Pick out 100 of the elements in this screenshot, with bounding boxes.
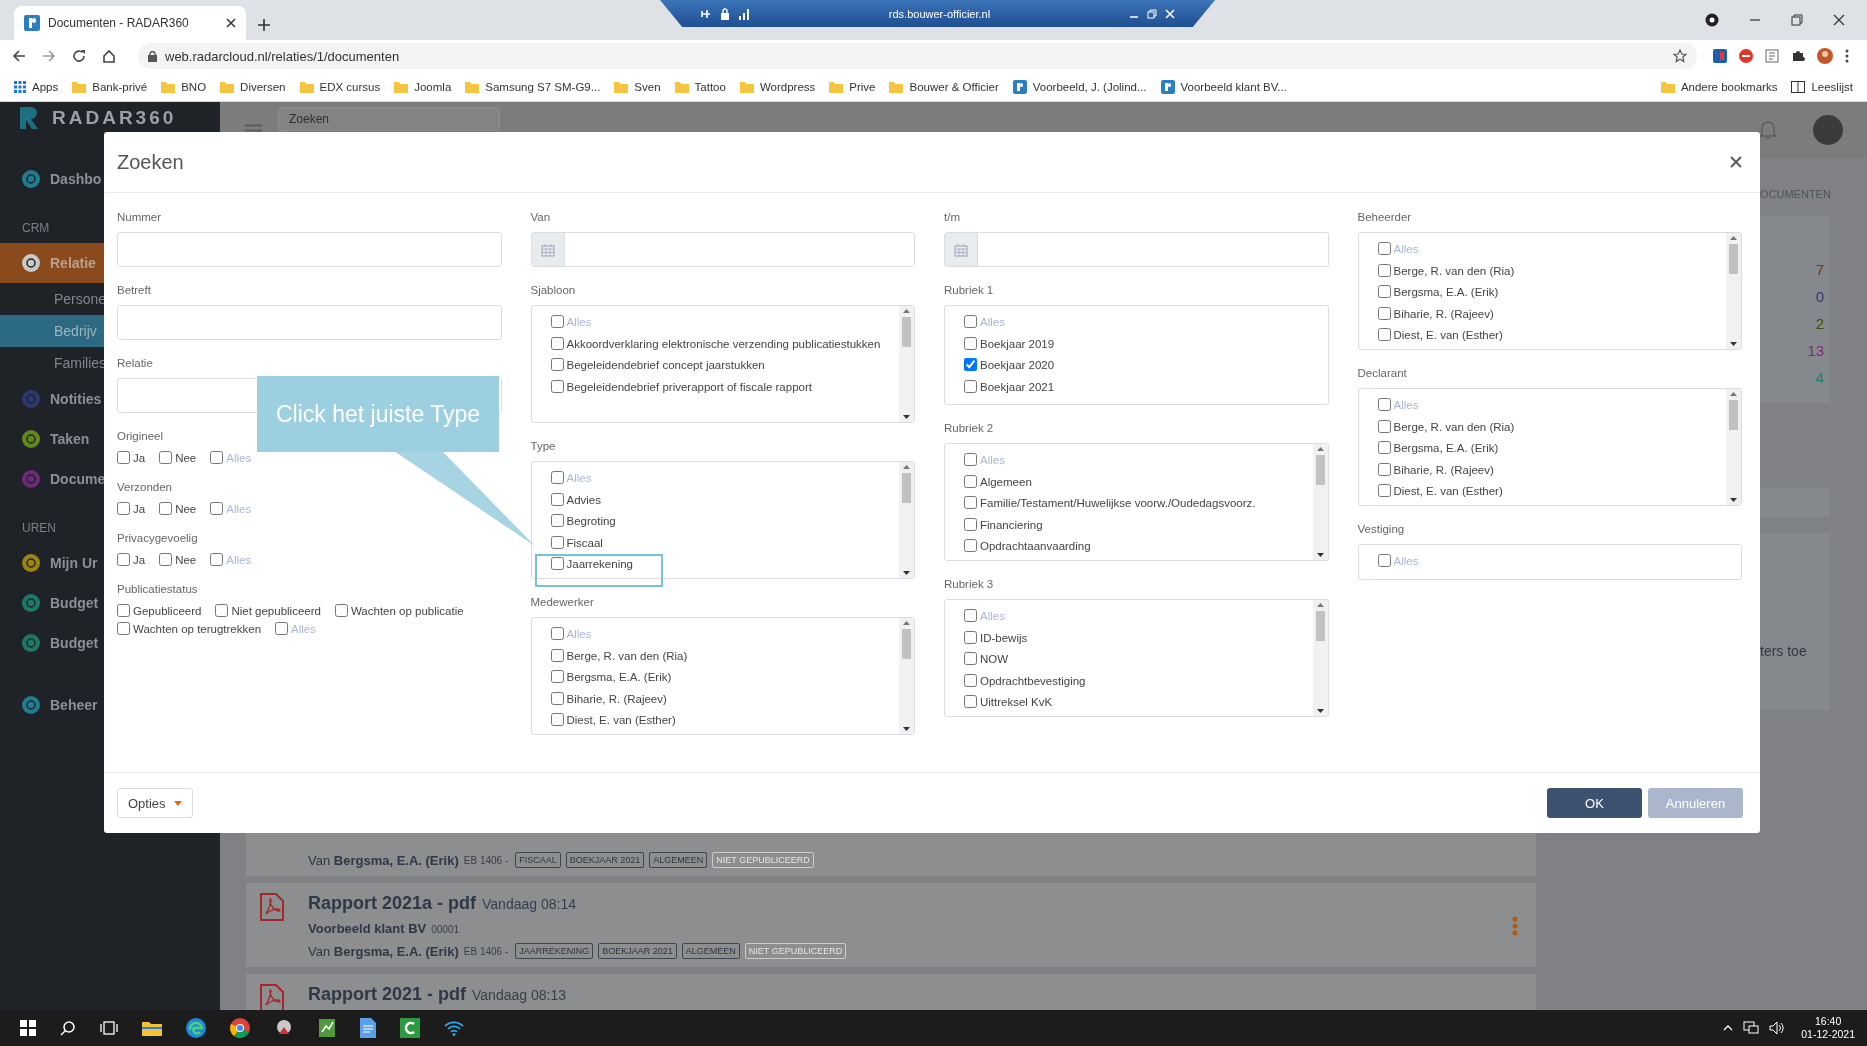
field-label: Medewerker (530, 595, 594, 610)
document-author: Van Bergsma, E.A. (Erik) (308, 852, 459, 868)
option-label: Begeleidendebrief priverapport of fiscale rapport (566, 380, 812, 393)
option-label: Diest, E. van (Esther) (566, 714, 676, 726)
option-label: Diest, E. van (Esther) (1393, 329, 1503, 341)
document-time: Vandaag 08:13 (472, 987, 566, 1003)
option-label: Alles (226, 451, 252, 464)
option-label: Nee (175, 553, 197, 566)
document-code: EB 1406 - (463, 945, 509, 957)
option-label: Ja (133, 502, 146, 515)
option-label: Bergsma, E.A. (Erik) (1393, 442, 1499, 454)
option-label: Ja (133, 451, 146, 464)
document-tag: FISCAAL (515, 852, 561, 868)
option-label: Alles (1393, 555, 1419, 567)
document-tag: ALGEMEEN (649, 852, 708, 868)
option-label: Alles (226, 553, 252, 566)
document-tag: JAARREKENING (515, 943, 594, 959)
option-label: Begroting (566, 515, 616, 527)
count-value: 13 (1807, 341, 1824, 360)
option-label: Biharie, R. (Rajeev) (1393, 463, 1494, 476)
option-label: NOW (980, 653, 1009, 665)
remote-host-title: rds.bouwer-officier.nl (887, 7, 992, 20)
instruction-tooltip: Click het juiste Type (257, 376, 499, 452)
field-label: Sjabloon (530, 283, 576, 298)
option-label: Uittreksel KvK (980, 696, 1053, 708)
option-label: Begeleidendebrief concept jaarstukken (566, 359, 765, 371)
option-label: Biharie, R. (Rajeev) (1393, 307, 1494, 320)
option-label: Fiscaal (566, 536, 603, 549)
count-value: 0 (1815, 287, 1824, 306)
count-value: 7 (1815, 260, 1824, 279)
option-label: Alles (1393, 243, 1419, 255)
option-label: Bergsma, E.A. (Erik) (1393, 286, 1499, 298)
option-label: Alles (980, 454, 1005, 466)
option-label: Nee (175, 502, 197, 515)
option-label: Berge, R. van den (Ria) (566, 649, 688, 662)
document-tag: BOEKJAAR 2021 (598, 943, 677, 959)
field-label: Nummer (117, 210, 162, 225)
logo-text: RADAR360 (52, 107, 177, 129)
option-label: Boekjaar 2020 (980, 359, 1055, 371)
option-label: Diest, E. van (Esther) (1393, 485, 1503, 497)
field-label: Relatie (117, 356, 153, 371)
document-time: Vandaag 08:14 (482, 896, 576, 912)
option-label: Boekjaar 2019 (980, 337, 1055, 350)
document-tag: NIET GEPUBLICEERD (712, 852, 814, 868)
field-label: Rubriek 3 (944, 577, 994, 592)
option-label: Alles (291, 622, 316, 635)
document-code: EB 1406 - (463, 854, 509, 866)
option-label: Opdrachtbevestiging (980, 674, 1086, 687)
field-label: Privacygevoelig (117, 531, 198, 546)
option-label: Algemeen (980, 475, 1032, 488)
document-author: Van Bergsma, E.A. (Erik) (308, 943, 459, 959)
field-label: t/m (944, 210, 960, 225)
field-label: Origineel (117, 429, 164, 444)
option-label: Alles (226, 502, 252, 515)
option-label: Wachten op terugtrekken (133, 622, 262, 635)
clock-date: 01-12-2021 (1801, 1028, 1855, 1041)
option-label: Alles (566, 628, 592, 640)
option-label: Jaarrekening (566, 558, 633, 570)
option-label: Gepubliceerd (133, 604, 202, 617)
option-label: ID-bewijs (980, 631, 1028, 644)
clock-time: 16:40 (1815, 1015, 1842, 1028)
field-label: Declarant (1357, 366, 1407, 381)
client-number: 00001 (431, 924, 460, 935)
option-label: Nee (175, 451, 197, 464)
option-label: Alles (1393, 399, 1419, 411)
field-label: Rubriek 1 (944, 283, 994, 298)
sidebar-section-label: UREN (22, 520, 56, 537)
option-label: Ja (133, 553, 146, 566)
option-label: Familie/Testament/Huwelijkse voorw./Oudedagsvoorz. (980, 497, 1256, 509)
option-label: Boekjaar 2021 (980, 380, 1055, 393)
dialog-title: Zoeken (117, 150, 184, 174)
field-label: Verzonden (117, 480, 172, 495)
option-label: Alles (566, 316, 592, 328)
field-label: Type (530, 439, 556, 454)
field-label: Vestiging (1357, 522, 1405, 537)
option-label: Berge, R. van den (Ria) (1393, 264, 1515, 277)
option-label: Alles (980, 610, 1005, 622)
option-label: Berge, R. van den (Ria) (1393, 420, 1515, 433)
field-label: Betreft (117, 283, 151, 298)
document-tag: ALGEMEEN (681, 943, 740, 959)
count-value: 2 (1815, 314, 1824, 333)
option-label: Wachten op publicatie (350, 604, 464, 617)
field-label: Publicatiestatus (117, 582, 198, 597)
option-label: Akkoordverklaring elektronische verzending publicatiestukken (566, 337, 881, 350)
field-label: Rubriek 2 (944, 421, 994, 436)
field-label: Van (530, 210, 551, 225)
document-tag: BOEKJAAR 2021 (565, 852, 645, 868)
option-label: Alles (980, 316, 1005, 328)
option-label: Alles (566, 472, 592, 484)
option-label: Opdrachtaanvaarding (980, 540, 1091, 552)
count-value: 4 (1815, 368, 1824, 387)
option-label: Financiering (980, 518, 1043, 531)
document-tag: NIET GEPUBLICEERD (744, 943, 847, 959)
option-label: Niet gepubliceerd (231, 604, 321, 617)
option-label: Biharie, R. (Rajeev) (566, 692, 667, 705)
panel-note: ters toe (1760, 533, 1830, 710)
sidebar-section-label: CRM (22, 220, 50, 237)
option-label: Advies (566, 493, 602, 506)
option-label: Bergsma, E.A. (Erik) (566, 671, 672, 683)
field-label: Beheerder (1357, 210, 1412, 225)
